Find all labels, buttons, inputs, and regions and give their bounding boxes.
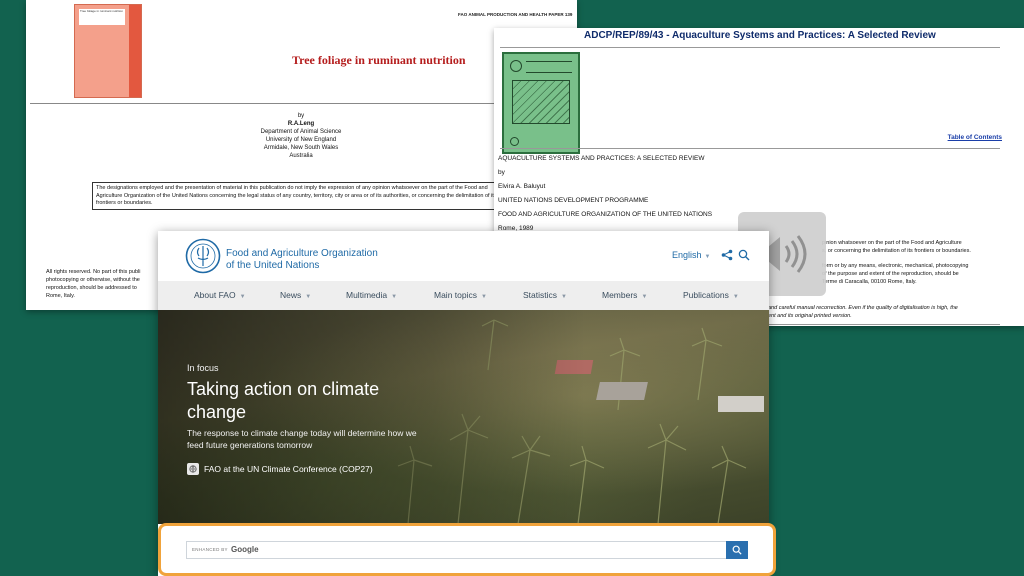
doc2-author: Elvira A. Baluyut [498,183,546,190]
google-search-box: ENHANCED BY Google [158,523,776,576]
language-selector[interactable]: English ▼ [672,250,710,260]
nav-publications[interactable]: Publications ▼ [683,290,739,300]
google-label: Google [231,545,259,554]
un-seal-icon [510,137,519,146]
doc1-series-label: FAO ANIMAL PRODUCTION AND HEALTH PAPER 1… [458,12,573,17]
chevron-down-icon: ▼ [641,294,648,300]
nav-label: Multimedia [346,290,388,300]
doc2-by: by [498,169,505,176]
nav-label: Members [602,290,638,300]
doc1-cover-thumbnail[interactable]: Tree foliage in ruminant nutrition [74,4,142,98]
text-line: s, or concerning the delimitation of its… [822,248,971,254]
doc2-divider [500,47,1000,48]
doc2-digitalisation-note: and careful manual recorrection. Even if… [768,304,1004,320]
nav-label: News [280,290,302,300]
doc2-title: ADCP/REP/89/43 - Aquaculture Systems and… [584,30,936,41]
nav-multimedia[interactable]: Multimedia ▼ [346,290,397,300]
chevron-down-icon: ▼ [481,294,487,300]
cover-title-lines [526,61,572,73]
share-icon[interactable] [721,249,733,261]
text-line: form or by any means, electronic, mechan… [822,263,969,269]
cop27-link[interactable]: FAO at the UN Climate Conference (COP27) [187,463,373,475]
doc2-divider [500,148,1000,149]
aquaculture-sketch-illustration [512,80,570,124]
chevron-down-icon: ▼ [391,294,398,300]
doc1-divider [30,103,500,104]
nav-label: Publications [683,290,729,300]
doc2-disclaimer-fragment: pinion whatsoever on the part of the Foo… [822,239,1002,255]
doc1-rights-line: reproduction, should be addressed to [46,285,137,291]
search-button[interactable] [726,541,748,559]
text-line: of the purpose and extent of the reprodu… [822,271,959,277]
search-icon [732,545,742,555]
nav-label: About FAO [194,290,236,300]
hero-headline[interactable]: Taking action on climate change [187,378,407,424]
search-icon[interactable] [738,249,750,261]
doc1-rights-line: All rights reserved. No part of this pub… [46,269,141,275]
hero-lead: The response to climate change today wil… [187,428,417,450]
doc1-author: R.A.Leng [287,121,315,127]
hero-kicker: In focus [187,363,219,373]
fao-logo-icon[interactable] [185,238,221,274]
doc1-rights-line: photocopying or otherwise, without the [46,277,140,283]
site-header: Food and Agriculture Organization of the… [158,231,769,281]
doc2-divider [768,324,1000,325]
text-line: Terme di Caracalla, 00100 Rome, Italy. [822,279,917,285]
chevron-down-icon: ▼ [732,294,739,300]
hero-banner[interactable]: In focus Taking action on climate change… [158,310,769,524]
doc2-title-caps: AQUACULTURE SYSTEMS AND PRACTICES: A SEL… [498,155,705,162]
doc1-rights-line: Rome, Italy. [46,293,75,299]
nav-label: Statistics [523,290,558,300]
nav-news[interactable]: News ▼ [280,290,311,300]
doc2-cover-thumbnail[interactable] [502,52,580,154]
nav-label: Main topics [434,290,477,300]
globe-icon [187,463,199,475]
organization-name[interactable]: Food and Agriculture Organization of the… [226,248,378,271]
text-line: pinion whatsoever on the part of the Foo… [822,240,962,246]
chevron-down-icon: ▼ [704,254,711,260]
chevron-down-icon: ▼ [561,294,567,300]
doc1-affiliation-line: Armidale, New South Wales [263,145,339,151]
doc1-cover-strip [129,5,141,97]
doc1-affiliation-line: University of New England [265,137,337,143]
doc2-org-fao: FOOD AND AGRICULTURE ORGANIZATION OF THE… [498,211,713,218]
enhanced-by-label: ENHANCED BY [192,547,228,552]
doc1-rights-notice: All rights reserved. No part of this pub… [46,268,166,300]
fao-seal-icon [510,60,522,72]
text-line: ent and its original printed version. [768,313,852,319]
org-name-line: Food and Agriculture Organization [226,248,378,259]
doc1-affiliation-line: Department of Animal Science [260,129,342,135]
doc2-org-undp: UNITED NATIONS DEVELOPMENT PROGRAMME [498,197,649,204]
org-name-line: of the United Nations [226,259,320,271]
globe-glyph [189,465,197,473]
doc1-affiliation-line: Australia [289,153,313,159]
nav-statistics[interactable]: Statistics ▼ [523,290,567,300]
doc1-disclaimer: The designations employed and the presen… [92,182,512,210]
table-of-contents-link[interactable]: Table of Contents [948,134,1002,141]
site-search-input[interactable]: ENHANCED BY Google [186,541,728,559]
doc1-title: Tree foliage in ruminant nutrition [292,53,466,67]
nav-about-fao[interactable]: About FAO ▼ [194,290,246,300]
chevron-down-icon: ▼ [239,294,246,300]
nav-members[interactable]: Members ▼ [602,290,647,300]
main-navigation: About FAO ▼ News ▼ Multimedia ▼ Main topics… [158,281,769,310]
text-line: and careful manual recorrection. Even if… [768,305,958,311]
language-label: English [672,250,702,260]
nav-main-topics[interactable]: Main topics ▼ [434,290,487,300]
chevron-down-icon: ▼ [305,294,312,300]
doc1-author-block: by R.A.Leng Department of Animal Science… [206,112,396,160]
cop27-link-text: FAO at the UN Climate Conference (COP27) [204,464,373,474]
doc2-rights-fragment: form or by any means, electronic, mechan… [822,262,1002,286]
doc1-by: by [297,113,305,119]
doc1-cover-title: Tree foliage in ruminant nutrition [79,9,125,25]
